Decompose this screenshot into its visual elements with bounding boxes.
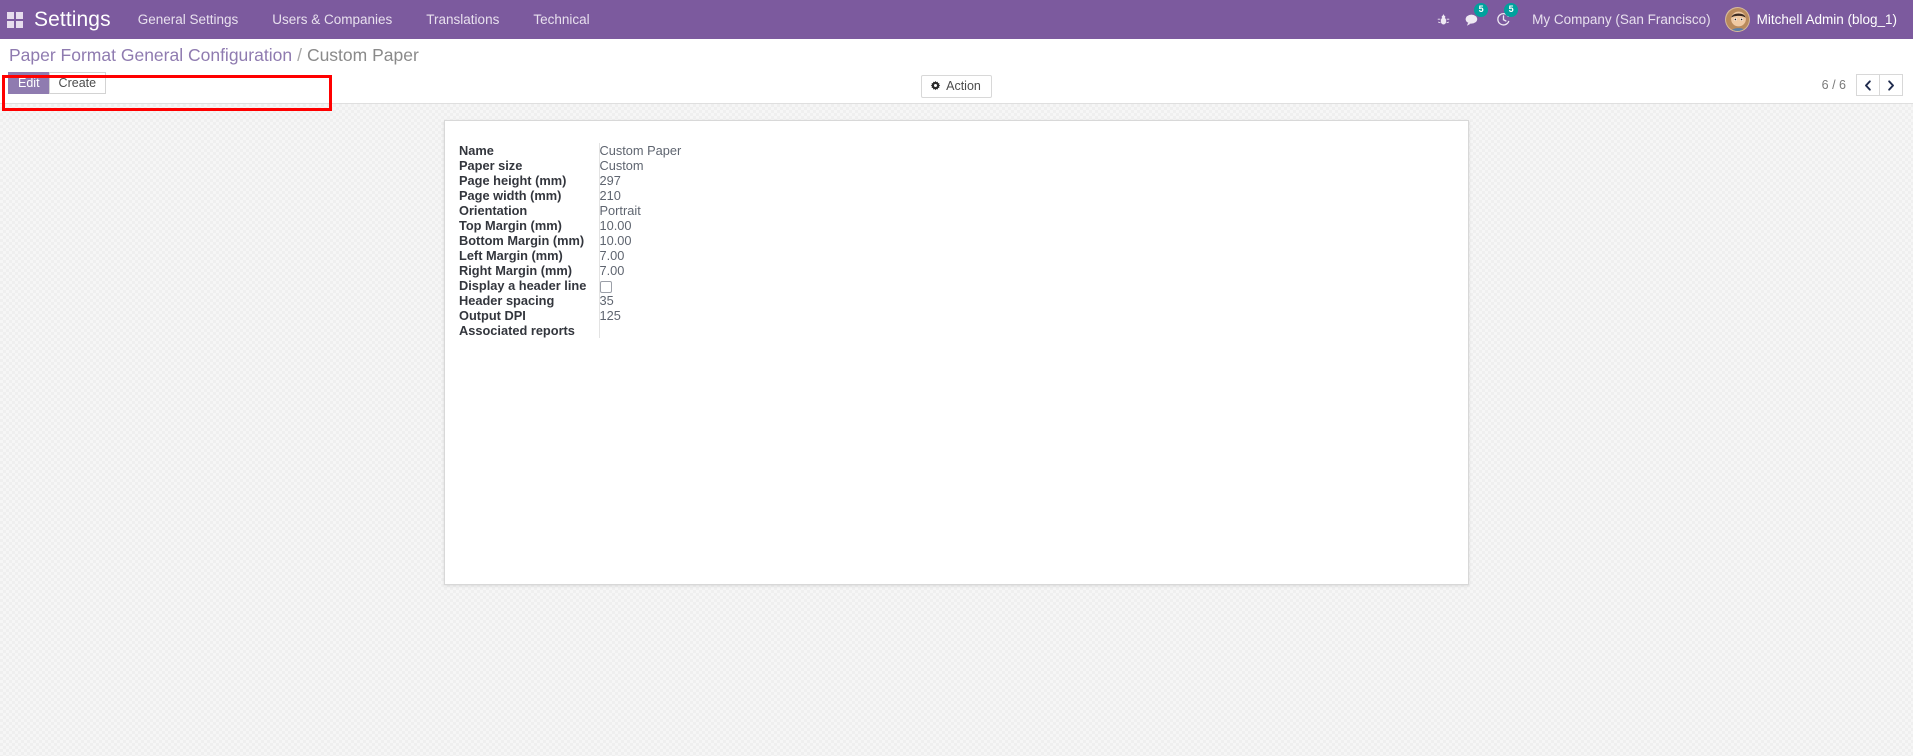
pager-buttons (1856, 74, 1903, 96)
form-row-orientation: Orientation Portrait (459, 203, 1440, 218)
field-label-top-margin: Top Margin (mm) (459, 218, 562, 233)
field-label-page-width: Page width (mm) (459, 188, 562, 203)
create-button[interactable]: Create (48, 72, 107, 94)
nav-item-translations[interactable]: Translations (409, 0, 516, 39)
breadcrumb-separator: / (297, 45, 302, 65)
action-button[interactable]: Action (921, 75, 992, 98)
field-value-output-dpi[interactable]: 125 (598, 308, 1440, 324)
nav-item-users-companies[interactable]: Users & Companies (255, 0, 409, 39)
field-value-top-margin[interactable]: 10.00 (598, 218, 1440, 233)
breadcrumb: Paper Format General Configuration / Cus… (0, 39, 1913, 72)
field-label-bottom-margin: Bottom Margin (mm) (459, 233, 585, 248)
field-value-header-spacing[interactable]: 35 (598, 293, 1440, 309)
chevron-left-icon (1865, 79, 1871, 91)
paper-format-form: Name Custom Paper Paper size Custom Page… (459, 143, 1440, 339)
field-value-right-margin[interactable]: 7.00 (598, 263, 1440, 278)
navbar-menu: General Settings Users & Companies Trans… (121, 0, 607, 39)
sheet-container: Name Custom Paper Paper size Custom Page… (0, 104, 1913, 585)
field-label-associated-reports: Associated reports (459, 323, 575, 339)
form-row-name: Name Custom Paper (459, 143, 1440, 158)
user-menu[interactable]: Mitchell Admin (blog_1) (1724, 7, 1903, 32)
form-row-top-margin: Top Margin (mm) 10.00 (459, 218, 1440, 233)
app-brand-settings[interactable]: Settings (30, 0, 121, 39)
messages-badge: 5 (1474, 3, 1489, 17)
field-label-name: Name (459, 143, 494, 158)
company-switcher[interactable]: My Company (San Francisco) (1518, 12, 1725, 27)
field-value-left-margin[interactable]: 7.00 (598, 248, 1440, 263)
control-panel: Paper Format General Configuration / Cus… (0, 39, 1913, 111)
activities-badge: 5 (1504, 3, 1519, 17)
user-name-label: Mitchell Admin (blog_1) (1756, 12, 1897, 27)
breadcrumb-parent-link[interactable]: Paper Format General Configuration (9, 45, 292, 66)
edit-button[interactable]: Edit (8, 72, 50, 94)
bug-icon[interactable] (1428, 0, 1458, 39)
nav-item-general-settings[interactable]: General Settings (121, 0, 256, 39)
chevron-right-icon (1888, 79, 1894, 91)
field-label-orientation: Orientation (459, 203, 528, 218)
apps-grid-icon (7, 11, 23, 28)
messages-icon[interactable]: 5 (1458, 0, 1489, 39)
field-label-paper-size: Paper size (459, 158, 523, 173)
field-value-name[interactable]: Custom Paper (598, 143, 1440, 158)
avatar (1724, 7, 1750, 32)
form-row-associated-reports: Associated reports (459, 323, 1440, 339)
gear-icon (930, 81, 941, 92)
nav-item-technical[interactable]: Technical (516, 0, 606, 39)
form-row-bottom-margin: Bottom Margin (mm) 10.00 (459, 233, 1440, 248)
content-area: Name Custom Paper Paper size Custom Page… (0, 104, 1913, 756)
field-value-paper-size[interactable]: Custom (598, 158, 1440, 173)
action-button-container: Action (0, 75, 1913, 98)
form-sheet: Name Custom Paper Paper size Custom Page… (444, 120, 1469, 585)
field-label-header-spacing: Header spacing (459, 293, 555, 309)
field-value-page-width[interactable]: 210 (598, 188, 1440, 203)
pager-previous-button[interactable] (1856, 74, 1880, 96)
form-row-display-header-line: Display a header line (459, 278, 1440, 294)
field-value-display-header-line (598, 278, 1440, 294)
form-row-output-dpi: Output DPI 125 (459, 308, 1440, 324)
control-panel-buttons: Edit Create Action 6 / 6 (0, 72, 1913, 103)
form-row-header-spacing: Header spacing 35 (459, 293, 1440, 309)
field-value-orientation[interactable]: Portrait (598, 203, 1440, 218)
form-row-page-height: Page height (mm) 297 (459, 173, 1440, 188)
form-row-paper-size: Paper size Custom (459, 158, 1440, 173)
field-label-right-margin: Right Margin (mm) (459, 263, 573, 278)
pager-next-button[interactable] (1879, 74, 1903, 96)
pager-count: 6 / 6 (1821, 78, 1846, 92)
form-row-left-margin: Left Margin (mm) 7.00 (459, 248, 1440, 263)
apps-menu-button[interactable] (0, 0, 30, 39)
field-value-associated-reports[interactable] (598, 323, 1440, 339)
action-button-label: Action (946, 79, 981, 93)
form-row-right-margin: Right Margin (mm) 7.00 (459, 263, 1440, 278)
record-pager: 6 / 6 (1822, 74, 1903, 96)
navbar-right-zone: 5 5 My Company (San Francisco) Mitchell … (1428, 0, 1913, 39)
field-label-display-header-line: Display a header line (459, 278, 587, 293)
breadcrumb-current: Custom Paper (306, 45, 419, 65)
form-rows: Name Custom Paper Paper size Custom Page… (459, 143, 1440, 339)
activity-clock-icon[interactable]: 5 (1488, 0, 1519, 39)
form-row-page-width: Page width (mm) 210 (459, 188, 1440, 203)
top-navbar: Settings General Settings Users & Compan… (0, 0, 1913, 39)
field-value-bottom-margin[interactable]: 10.00 (598, 233, 1440, 248)
field-label-output-dpi: Output DPI (459, 308, 526, 324)
display-header-line-checkbox[interactable] (599, 281, 612, 294)
field-label-page-height: Page height (mm) (459, 173, 567, 188)
field-value-page-height[interactable]: 297 (598, 173, 1440, 188)
field-label-left-margin: Left Margin (mm) (459, 248, 563, 263)
